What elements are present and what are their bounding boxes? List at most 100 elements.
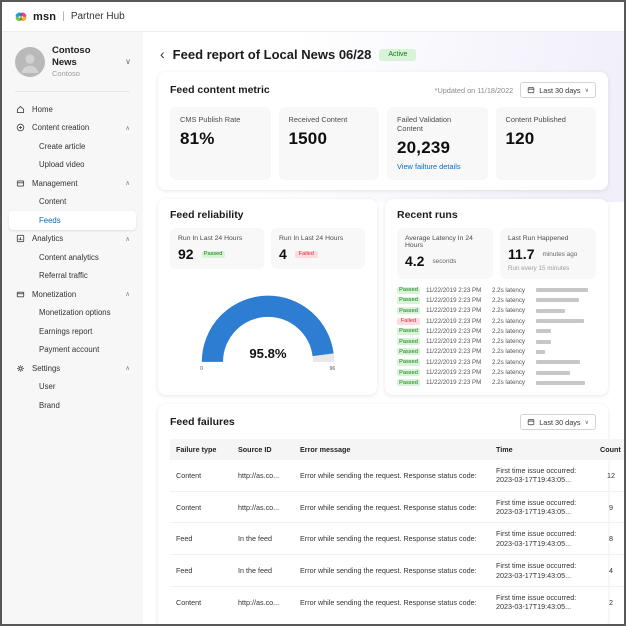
view-failure-details-link[interactable]: View failture details: [397, 162, 478, 171]
run-status-badge: Passed: [397, 359, 420, 366]
chevron-up-icon[interactable]: ∧: [125, 364, 130, 372]
metric-value: 1500: [289, 129, 370, 149]
failure-type-cell: Feed: [170, 555, 232, 587]
chevron-up-icon[interactable]: ∧: [125, 124, 130, 132]
sidebar-item-label: Feeds: [39, 216, 61, 225]
account-text: Contoso News Contoso: [52, 45, 116, 78]
sidebar-item-label: Payment account: [39, 345, 99, 354]
sidebar-item-brand[interactable]: Brand: [9, 396, 136, 415]
run-bar-track: [536, 288, 596, 292]
sidebar-item-monetization[interactable]: Monetization ∧: [9, 285, 136, 304]
error-message-cell: Error while sending the request. Respons…: [294, 491, 490, 523]
run-row: Passed 11/22/2019 2:23 PM 2.2s latency: [397, 379, 596, 387]
run-status-badge: Passed: [397, 287, 420, 294]
sidebar-divider: [15, 91, 130, 92]
sidebar-item-feeds[interactable]: Feeds: [9, 211, 136, 230]
sidebar-item-payment-account[interactable]: Payment account: [9, 341, 136, 360]
gear-icon: [15, 364, 25, 373]
run-bar: [536, 309, 565, 313]
table-row: Content http://as.co... Error while send…: [170, 586, 626, 617]
home-icon: [15, 105, 25, 114]
failure-type-cell: Content: [170, 491, 232, 523]
gauge-max-label: 96: [329, 366, 335, 372]
card-icon: [15, 290, 25, 299]
run-row: Passed 11/22/2019 2:23 PM 2.2s latency: [397, 337, 596, 345]
run-row: Passed 11/22/2019 2:23 PM 2.2s latency: [397, 296, 596, 304]
sidebar-item-upload-video[interactable]: Upload video: [9, 156, 136, 175]
reliability-tiles: Run In Last 24 Hours 92 Passed Run In La…: [170, 228, 365, 269]
metric-tiles: CMS Publish Rate 81% Received Content 15…: [170, 107, 596, 180]
sidebar-item-label: Management: [32, 179, 78, 188]
avatar: [15, 47, 45, 77]
card-title: Feed content metric: [170, 84, 270, 96]
sidebar-item-referral-traffic[interactable]: Referral traffic: [9, 267, 136, 286]
sidebar-item-analytics[interactable]: Analytics ∧: [9, 230, 136, 249]
average-latency-tile: Average Latency In 24 Hours 4.2 seconds: [397, 228, 493, 279]
recent-runs-card: Recent runs Average Latency In 24 Hours …: [385, 199, 608, 395]
sidebar-item-content-analytics[interactable]: Content analytics: [9, 248, 136, 267]
tile-value: 11.7: [508, 246, 534, 262]
failures-date-range-dropdown[interactable]: Last 30 days ∨: [520, 414, 596, 430]
count-cell: 9: [594, 491, 626, 523]
sidebar-item-label: Upload video: [39, 160, 85, 169]
run-latency: 2.2s latency: [492, 348, 530, 355]
run-bar-track: [536, 381, 596, 385]
run-status-badge: Passed: [397, 338, 420, 345]
chevron-up-icon[interactable]: ∧: [125, 235, 130, 243]
run-latency: 2.2s latency: [492, 338, 530, 345]
error-message-cell: Error while sending the request. Respons…: [294, 460, 490, 491]
sidebar-item-label: Create article: [39, 142, 85, 151]
run-bar: [536, 329, 551, 333]
chevron-down-icon: ∨: [585, 419, 589, 426]
chevron-up-icon[interactable]: ∧: [125, 290, 130, 298]
run-bar-track: [536, 298, 596, 302]
sidebar-item-create-article[interactable]: Create article: [9, 137, 136, 156]
metric-label: Received Content: [289, 115, 370, 124]
table-row: Feed In the feed Error while sending the…: [170, 555, 626, 587]
run-row: Failed 11/22/2019 2:23 PM 2.2s latency: [397, 317, 596, 325]
account-switcher[interactable]: Contoso News Contoso ∨: [2, 32, 143, 88]
count-cell: 8: [594, 523, 626, 555]
date-range-dropdown[interactable]: Last 30 days ∨: [520, 82, 596, 98]
table-row: Feed In the feed Error while sending the…: [170, 523, 626, 555]
calendar-icon: [527, 86, 535, 94]
runs-failed-tile: Run In Last 24 Hours 4 Failed: [271, 228, 365, 269]
run-latency: 2.2s latency: [492, 359, 530, 366]
metric-label: Content Published: [506, 115, 587, 124]
run-status-badge: Passed: [397, 307, 420, 314]
run-time: 11/22/2019 2:23 PM: [426, 287, 486, 294]
last-run-tile: Last Run Happened 11.7 minutes ago Run e…: [500, 228, 596, 279]
run-list: Passed 11/22/2019 2:23 PM 2.2s latency P…: [397, 286, 596, 387]
main-content: ‹ Feed report of Local News 06/28 Active…: [143, 32, 624, 624]
run-latency: 2.2s latency: [492, 328, 530, 335]
sidebar-item-user[interactable]: User: [9, 378, 136, 397]
sidebar-item-management[interactable]: Management ∧: [9, 174, 136, 193]
chevron-up-icon[interactable]: ∧: [125, 179, 130, 187]
source-id-cell: In the feed: [232, 523, 294, 555]
sidebar-item-home[interactable]: Home: [9, 100, 136, 119]
sidebar-item-label: User: [39, 382, 55, 391]
metric-tile-content-published: Content Published 120: [496, 107, 597, 180]
sidebar-item-content-creation[interactable]: Content creation ∧: [9, 119, 136, 138]
chevron-down-icon[interactable]: ∨: [123, 55, 133, 68]
date-range-label: Last 30 days: [539, 418, 580, 427]
date-range-label: Last 30 days: [539, 86, 580, 95]
metric-tile-failed-validation: Failed Validation Content 20,239 View fa…: [387, 107, 488, 180]
sidebar-item-settings[interactable]: Settings ∧: [9, 359, 136, 378]
column-header: Time: [490, 439, 594, 460]
feed-content-metric-card: Feed content metric *Updated on 11/18/20…: [158, 72, 608, 190]
sidebar-item-earnings-report[interactable]: Earnings report: [9, 322, 136, 341]
sidebar-item-content[interactable]: Content: [9, 193, 136, 212]
metric-value: 20,239: [397, 138, 478, 158]
tile-label: Average Latency In 24 Hours: [405, 235, 485, 249]
time-cell: First time issue occurred:2023-03-17T19:…: [490, 460, 594, 491]
runs-passed-tile: Run In Last 24 Hours 92 Passed: [170, 228, 264, 269]
back-chevron-icon[interactable]: ‹: [160, 47, 165, 61]
run-status-badge: Passed: [397, 348, 420, 355]
sidebar-item-monetization-options[interactable]: Monetization options: [9, 304, 136, 323]
page-title: Feed report of Local News 06/28: [173, 47, 372, 62]
count-cell: 2: [594, 586, 626, 617]
chevron-down-icon: ∨: [585, 87, 589, 94]
run-row: Passed 11/22/2019 2:23 PM 2.2s latency: [397, 327, 596, 335]
app-title: Partner Hub: [71, 11, 125, 22]
